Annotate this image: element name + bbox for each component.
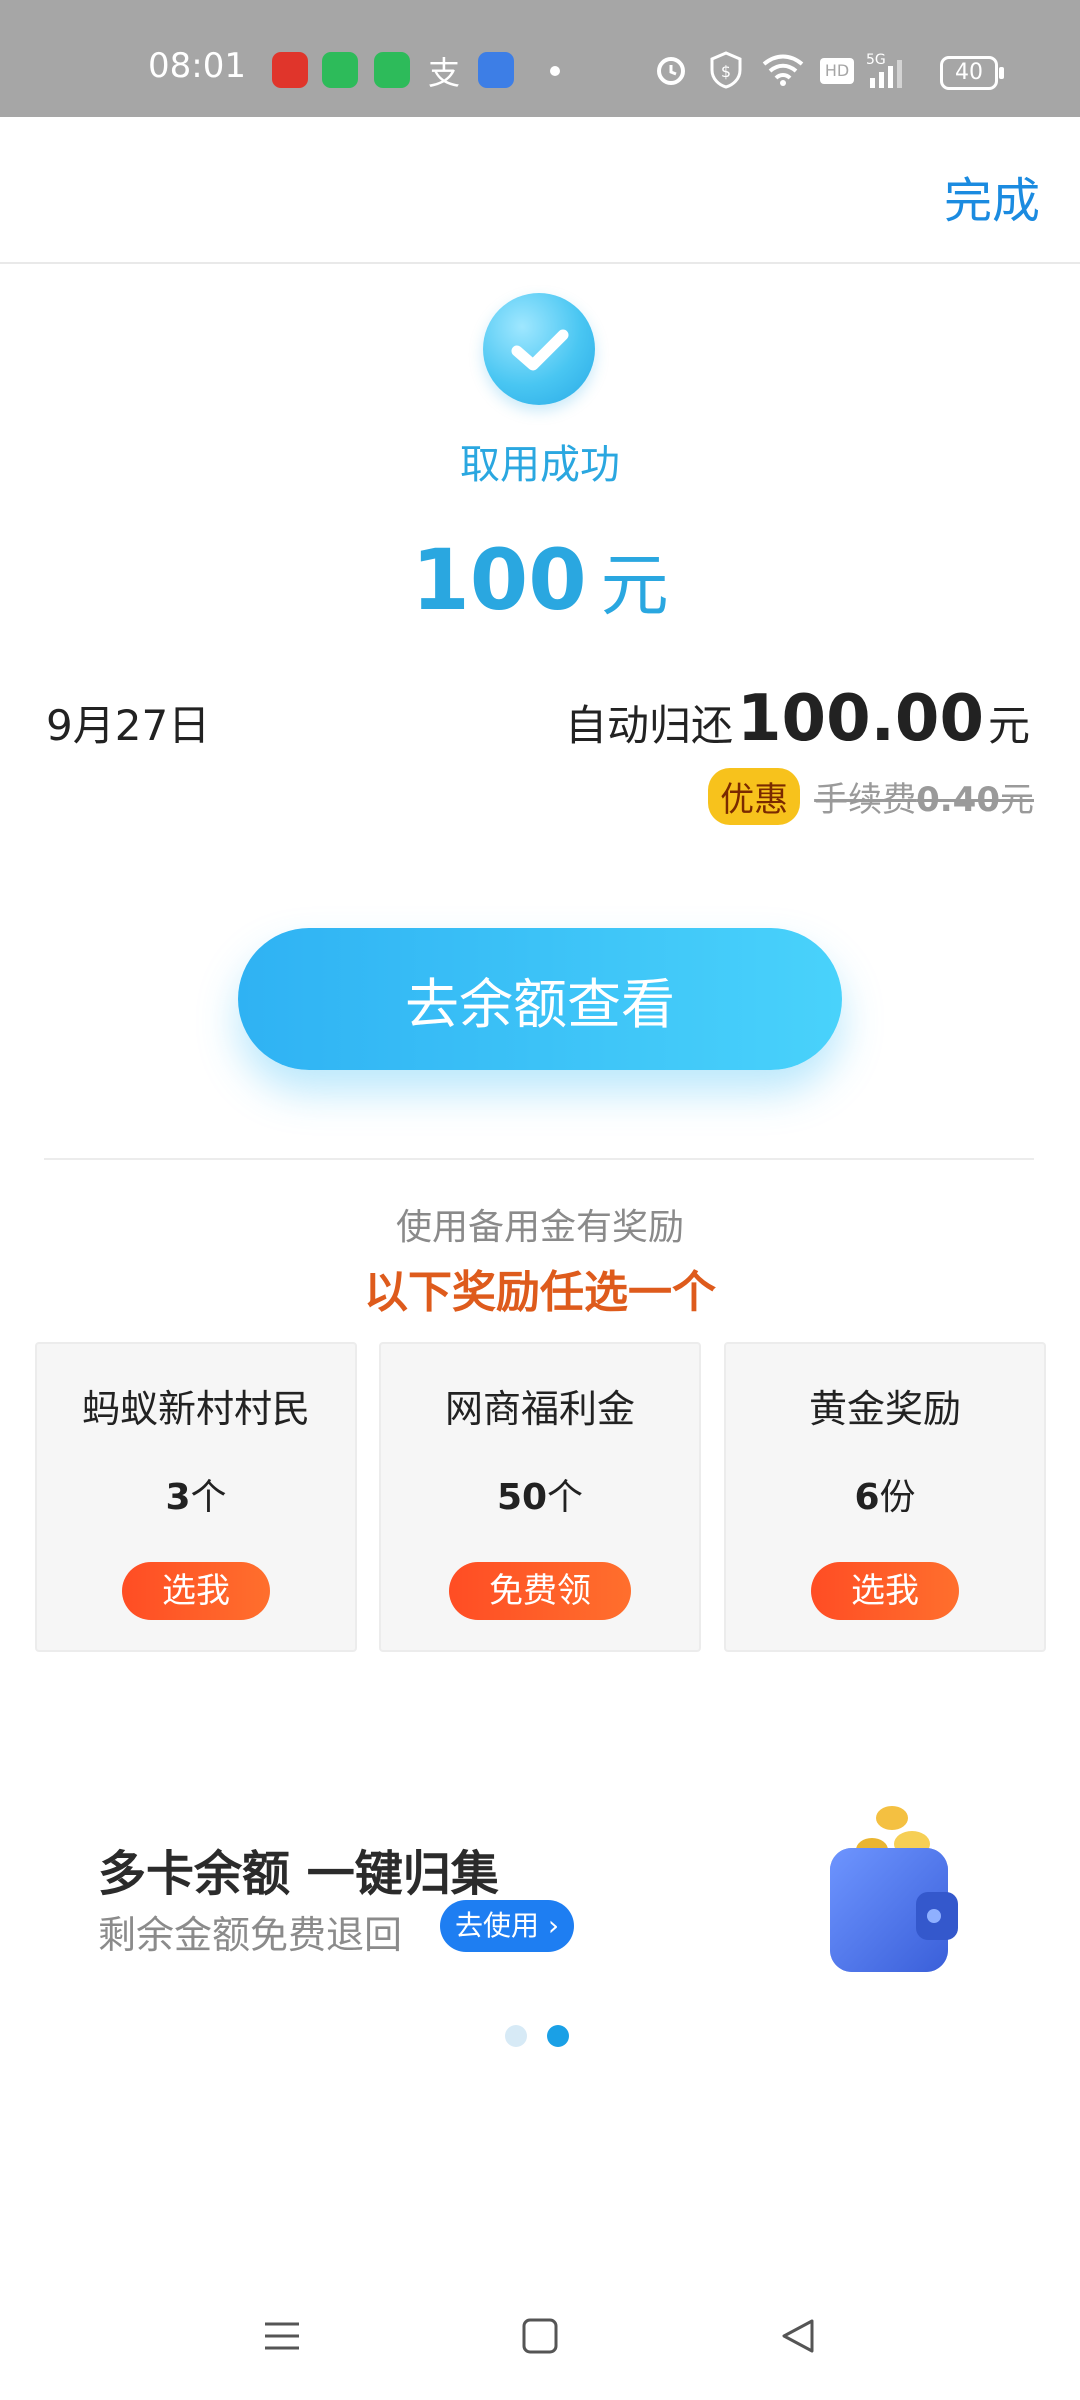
fee-label: 手续费	[814, 780, 917, 820]
wallet-coins-icon	[830, 1806, 958, 1972]
alipay-icon: 支	[428, 54, 461, 92]
system-nav-bar	[0, 2276, 1080, 2400]
auto-repay-amount: 自动归还100.00元	[565, 682, 1030, 756]
original-fee: 手续费0.40元	[814, 780, 1034, 820]
reward-name: 网商福利金	[444, 1387, 635, 1431]
discount-badge: 优惠	[708, 768, 801, 825]
amount-value: 100	[411, 531, 587, 629]
status-bar: 08:01 支 $ HD 5G 40	[0, 0, 1080, 117]
repay-unit: 元	[987, 701, 1030, 750]
carousel-dot-active[interactable]	[547, 2025, 569, 2047]
fee-unit: 元	[1000, 780, 1034, 820]
reward-qty-unit: 个	[190, 1477, 227, 1518]
reward-qty-unit: 个	[547, 1477, 584, 1518]
fee-amount: 0.40	[916, 780, 1000, 820]
view-balance-button[interactable]: 去余额查看	[238, 928, 842, 1070]
notification-dot-icon	[550, 66, 560, 76]
wifi-icon	[762, 54, 804, 86]
reward-name: 黄金奖励	[808, 1387, 961, 1431]
battery-indicator: 40	[940, 56, 1004, 90]
back-icon[interactable]	[778, 2316, 818, 2356]
alarm-icon	[657, 57, 685, 85]
done-button[interactable]: 完成	[944, 161, 1040, 231]
reward-card-welfare-gold: 网商福利金 50个 免费领	[379, 1342, 701, 1652]
reward-qty-value: 6	[854, 1477, 880, 1518]
reward-quantity: 3个	[37, 1468, 355, 1520]
success-check-icon	[483, 293, 595, 405]
signal-5g-icon: 5G	[866, 52, 902, 88]
use-now-button[interactable]: 去使用 ›	[440, 1900, 574, 1952]
toutiao-app-icon	[272, 52, 308, 88]
hd-icon: HD	[820, 58, 854, 84]
status-time: 08:01	[148, 46, 246, 86]
top-bar: 完成	[0, 117, 1080, 264]
svg-text:5G: 5G	[866, 52, 886, 68]
repay-amount-value: 100.00	[737, 682, 984, 756]
home-icon[interactable]	[520, 2316, 560, 2356]
fee-discount: 优惠 手续费0.40元	[708, 768, 1034, 825]
reward-qty-value: 3	[165, 1477, 191, 1518]
menu-icon[interactable]	[262, 2316, 302, 2356]
repayment-date: 9月27日	[46, 701, 211, 750]
withdrawn-amount: 100 元	[0, 530, 1080, 629]
rewards-subtitle: 使用备用金有奖励	[395, 1207, 684, 1248]
svg-text:$: $	[721, 62, 731, 81]
repay-prefix: 自动归还	[565, 701, 734, 750]
success-title: 取用成功	[460, 442, 620, 488]
shield-dollar-icon: $	[710, 51, 742, 89]
amount-unit: 元	[600, 547, 669, 626]
carousel-dot[interactable]	[505, 2025, 527, 2047]
banner-subtitle: 剩余金额免费退回	[98, 1913, 403, 1957]
select-reward-button[interactable]: 选我	[122, 1562, 270, 1620]
reward-card-gold: 黄金奖励 6份 选我	[724, 1342, 1046, 1652]
chat-bubble-icon	[478, 52, 514, 88]
divider	[44, 1158, 1034, 1160]
reward-qty-value: 50	[496, 1477, 548, 1518]
claim-free-button[interactable]: 免费领	[449, 1562, 631, 1620]
green-app-icon	[322, 52, 358, 88]
banner-title: 多卡余额 一键归集	[98, 1846, 499, 1902]
green-a-app-icon	[374, 52, 410, 88]
reward-quantity: 6份	[726, 1468, 1044, 1520]
reward-name: 蚂蚁新村村民	[81, 1387, 310, 1431]
select-reward-button[interactable]: 选我	[811, 1562, 959, 1620]
rewards-title: 以下奖励任选一个	[364, 1267, 716, 1318]
reward-cards: 蚂蚁新村村民 3个 选我 网商福利金 50个 免费领 黄金奖励 6份 选我	[35, 1342, 1046, 1652]
reward-card-village: 蚂蚁新村村民 3个 选我	[35, 1342, 357, 1652]
reward-qty-unit: 份	[879, 1477, 916, 1518]
reward-quantity: 50个	[381, 1468, 699, 1520]
